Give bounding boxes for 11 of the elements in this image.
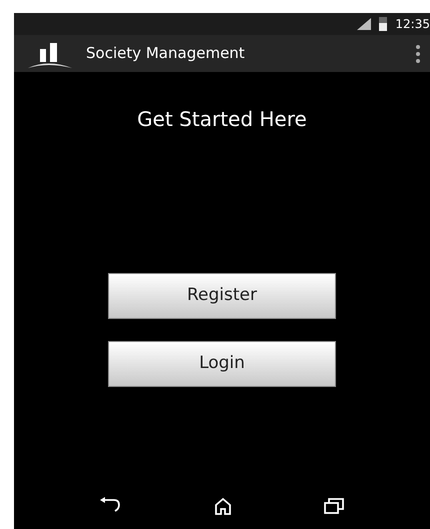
action-button[interactable]: Register	[108, 273, 336, 319]
home-icon[interactable]	[213, 497, 233, 515]
battery-icon	[379, 17, 388, 31]
signal-icon	[357, 18, 372, 30]
action-button[interactable]: Login	[108, 341, 336, 387]
heading: Get Started Here	[137, 106, 307, 133]
recent-apps-icon[interactable]	[323, 497, 345, 515]
status-time: 12:35	[395, 16, 430, 33]
app-title: Society Management	[86, 43, 245, 64]
back-icon[interactable]	[99, 497, 123, 513]
overflow-menu-button[interactable]	[414, 44, 422, 62]
